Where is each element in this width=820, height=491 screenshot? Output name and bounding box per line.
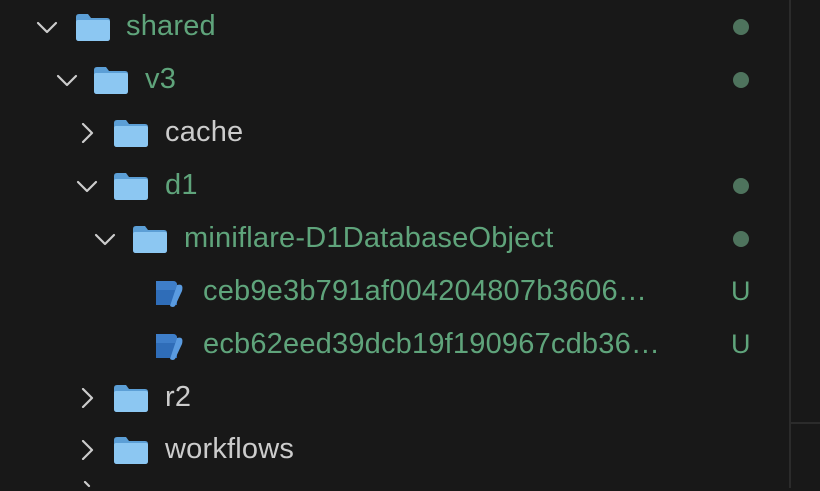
folder-icon (76, 14, 110, 41)
tree-item-workflows[interactable]: workflows (0, 423, 789, 476)
untracked-status-badge: U (731, 329, 751, 359)
modified-status-dot (733, 72, 749, 88)
tree-item-miniflare-d1databaseobject[interactable]: miniflare-D1DatabaseObject (0, 212, 789, 265)
chevron-right-icon[interactable] (78, 481, 100, 491)
database-file-icon (156, 281, 183, 307)
editor-panel-edge (791, 0, 820, 488)
folder-icon (114, 173, 148, 200)
folder-icon (114, 385, 148, 412)
panel-divider (791, 422, 820, 424)
chevron-right-icon[interactable] (76, 388, 98, 408)
chevron-right-icon[interactable] (76, 440, 98, 460)
chevron-down-icon[interactable] (76, 176, 98, 196)
tree-item-file[interactable]: ecb62eed39dcb19f190967cdb36… U (0, 318, 789, 371)
tree-item-label: cache (165, 116, 244, 148)
tree-item-label: r2 (165, 381, 192, 413)
tree-item-label: v3 (145, 63, 177, 95)
tree-item-label: shared (126, 10, 216, 42)
folder-icon (94, 67, 128, 94)
tree-item-d1[interactable]: d1 (0, 159, 789, 212)
file-explorer-tree: shared v3 cache d1 miniflare-D1DatabaseO… (0, 0, 789, 488)
folder-icon (133, 226, 167, 253)
folder-icon (114, 120, 148, 147)
database-file-icon (156, 334, 183, 360)
chevron-down-icon[interactable] (36, 17, 58, 37)
tree-item-label: ecb62eed39dcb19f190967cdb36… (203, 328, 661, 360)
tree-item-label: miniflare-D1DatabaseObject (184, 222, 554, 254)
chevron-down-icon[interactable] (56, 70, 78, 90)
modified-status-dot (733, 231, 749, 247)
tree-item-label: d1 (165, 169, 198, 201)
tree-item-label: workflows (165, 433, 295, 465)
tree-item-label: ceb9e3b791af004204807b3606… (203, 275, 648, 307)
tree-item-v3[interactable]: v3 (0, 53, 789, 106)
modified-status-dot (733, 19, 749, 35)
folder-icon (114, 437, 148, 464)
untracked-status-badge: U (731, 276, 751, 306)
tree-item-shared[interactable]: shared (0, 0, 789, 53)
tree-item-file[interactable]: ceb9e3b791af004204807b3606… U (0, 265, 789, 318)
chevron-down-icon[interactable] (94, 229, 116, 249)
modified-status-dot (733, 178, 749, 194)
tree-item-cache[interactable]: cache (0, 106, 789, 159)
tree-item-r2[interactable]: r2 (0, 371, 789, 424)
chevron-right-icon[interactable] (76, 123, 98, 143)
